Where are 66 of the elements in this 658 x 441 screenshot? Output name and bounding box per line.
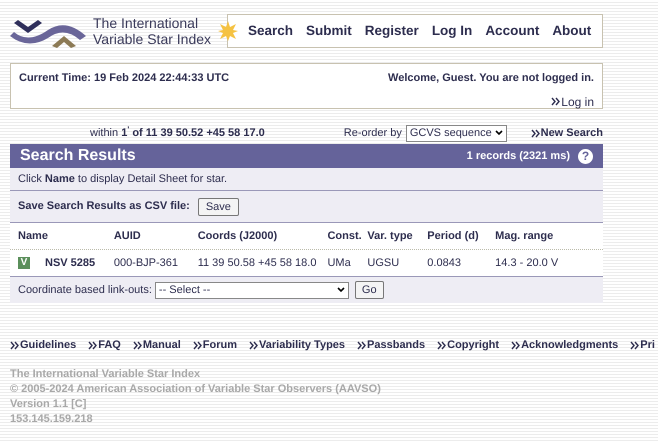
footer-link[interactable]: Copyright	[447, 337, 500, 354]
variable-badge: V	[18, 257, 30, 269]
chevrons-icon	[511, 340, 520, 350]
column-header: Period (d)	[427, 228, 480, 244]
nav-link[interactable]: Submit	[306, 20, 352, 42]
go-button[interactable]: Go	[354, 281, 384, 299]
chevrons-icon	[630, 340, 640, 350]
reorder-select[interactable]: GCVS sequence	[406, 124, 507, 142]
site-title: Variable Star Index	[93, 31, 212, 47]
column-header: Const.	[327, 228, 363, 244]
footer-link[interactable]: Passbands	[367, 337, 426, 354]
nav-link[interactable]: Account	[485, 20, 540, 42]
footer-text: The International Variable Star Index	[10, 366, 202, 382]
footer-link[interactable]: Acknowledgments	[521, 337, 618, 354]
csv-label: Save Search Results as CSV file:	[18, 199, 190, 214]
chevrons-icon	[437, 340, 446, 350]
caret-icon	[494, 130, 503, 136]
new-search-link[interactable]: New Search	[540, 124, 603, 142]
chevrons-icon	[88, 340, 98, 350]
chevrons-icon	[249, 340, 258, 350]
table-cell-text: 0.0843	[427, 256, 462, 271]
footer-link[interactable]: Manual	[142, 337, 181, 354]
reorder-label: Re-order by	[344, 126, 402, 141]
table-cell-text: 000-BJP-361	[114, 256, 180, 271]
record-count: 1 records (2321 ms)	[466, 148, 570, 164]
chevrons-icon	[530, 128, 540, 138]
footer-text: 153.145.159.218	[10, 412, 94, 426]
star-icon	[218, 21, 238, 41]
footer-link[interactable]: FAQ	[98, 337, 121, 354]
footer-link[interactable]: Guidelines	[20, 337, 76, 354]
nav-link[interactable]: Search	[248, 20, 294, 42]
welcome-text: Welcome, Guest. You are not logged in.	[388, 71, 594, 86]
footer-text: Version 1.1 [C]	[10, 396, 88, 412]
footer-link[interactable]: Forum	[202, 337, 238, 354]
column-header: Coords (J2000)	[198, 228, 278, 244]
chevrons-icon	[10, 340, 19, 350]
table-cell-text: UMa	[327, 256, 352, 271]
column-header: Mag. range	[495, 228, 554, 244]
table-cell-text: 14.3 - 20.0 V	[495, 256, 560, 271]
column-header: Name	[18, 228, 49, 244]
save-button[interactable]: Save	[198, 198, 239, 216]
footer-link[interactable]: Pri	[640, 337, 655, 354]
results-title: Search Results	[20, 146, 136, 166]
star-name-link[interactable]: NSV 5285	[45, 254, 96, 272]
login-link[interactable]: Log in	[561, 92, 594, 110]
nav-link[interactable]: Register	[364, 20, 419, 42]
column-header: AUID	[114, 228, 142, 244]
nav-link[interactable]: Log In	[432, 20, 472, 42]
chevrons-icon	[551, 97, 560, 106]
column-header: Var. type	[367, 228, 414, 244]
footer-text: © 2005-2024 American Association of Variable Star Observers (AAVSO)	[10, 382, 382, 396]
current-time: Current Time: 19 Feb 2024 22:44:33 UTC	[19, 71, 230, 86]
footer-link[interactable]: Variability Types	[259, 337, 346, 354]
chevrons-icon	[192, 340, 202, 350]
chevrons-icon	[357, 340, 366, 350]
linkouts-select[interactable]: -- Select --	[154, 282, 349, 298]
chevrons-icon	[132, 340, 142, 350]
table-cell-text: UGSU	[367, 256, 400, 271]
caret-icon	[336, 287, 345, 293]
nav-link[interactable]: About	[552, 20, 592, 42]
hint-text: Click Name to display Detail Sheet for star.	[18, 172, 228, 187]
table-cell-text: 11 39 50.58 +45 58 18.0	[198, 256, 318, 271]
search-summary: within 1$^{'}$ of 11 39 50.52 +45 58 17.0	[90, 124, 265, 141]
help-button[interactable]: ?	[578, 148, 593, 164]
site-title: The International	[93, 15, 200, 31]
linkouts-label: Coordinate based link-outs:	[18, 282, 152, 298]
